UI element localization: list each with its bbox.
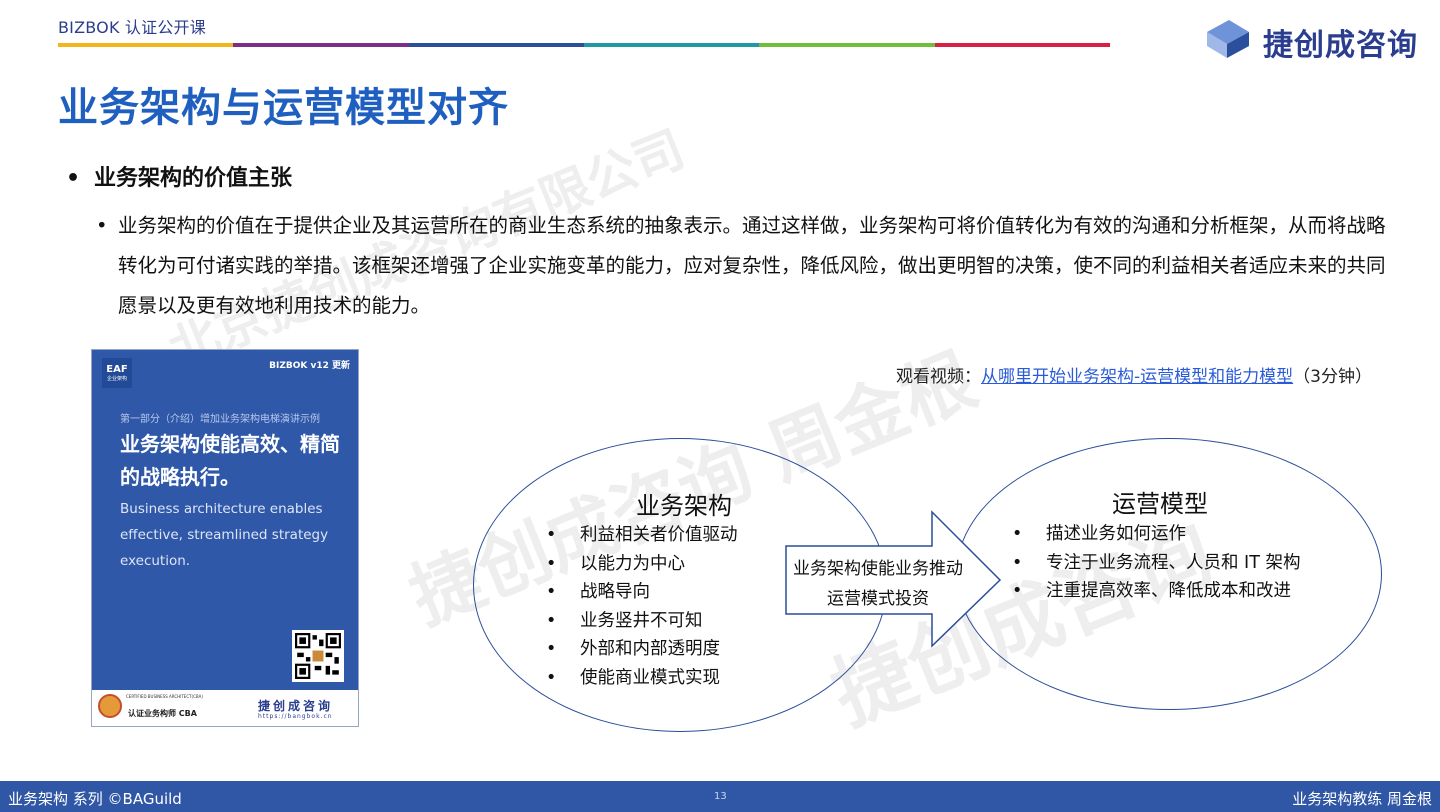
list-item: 以能力为中心 <box>546 550 738 579</box>
footer-bar: 业务架构 系列 ©BAGuild 13 业务架构教练 周金根 <box>0 781 1440 812</box>
video-link[interactable]: 从哪里开始业务架构-运营模型和能力模型 <box>981 367 1293 387</box>
book-version: BIZBOK v12 更新 <box>269 361 350 371</box>
eaf-badge-sub: 企业架构 <box>106 376 127 382</box>
book-cert: 认证业务构师 CBA <box>128 709 197 718</box>
brand-name: 捷创成咨询 <box>1263 28 1418 63</box>
book-cover-image: EAF 企业架构 BIZBOK v12 更新 第一部分（介绍）增加业务架构电梯演讲… <box>91 349 359 727</box>
book-part: 第一部分（介绍）增加业务架构电梯演讲示例 <box>120 414 320 425</box>
book-subtitle-en: Business architecture enables effective,… <box>120 501 329 569</box>
page-number: 13 <box>714 791 727 802</box>
video-suffix: （3分钟） <box>1293 367 1372 387</box>
arrow-text: 业务架构使能业务推动运营模式投资 <box>793 559 963 609</box>
book-title: 业务架构使能高效、精简的战略执行。 <box>120 432 340 489</box>
list-item: 专注于业务流程、人员和 IT 架构 <box>1012 549 1300 578</box>
book-brand: 捷创成咨询 <box>258 699 334 713</box>
left-ellipse-list: 利益相关者价值驱动 以能力为中心 战略导向 业务竖井不可知 外部和内部透明度 使… <box>546 521 738 692</box>
left-ellipse-title: 业务架构 <box>636 492 732 520</box>
bullet-body: • 业务架构的价值在于提供企业及其运营所在的商业生态系统的抽象表示。通过这样做，… <box>96 206 1386 326</box>
book-footer: CERTIFIED BUSINESS ARCHITECT(CBA) 认证业务构师… <box>92 690 358 726</box>
bullet-heading: • 业务架构的价值主张 <box>66 160 292 192</box>
eaf-badge-text: EAF <box>106 364 128 375</box>
list-item: 业务竖井不可知 <box>546 607 738 636</box>
eaf-badge: EAF 企业架构 <box>102 358 132 388</box>
bullet-body-text: 业务架构的价值在于提供企业及其运营所在的商业生态系统的抽象表示。通过这样做，业务… <box>118 214 1386 317</box>
alignment-diagram: 业务架构 利益相关者价值驱动 以能力为中心 战略导向 业务竖井不可知 外部和内部… <box>470 436 1390 736</box>
cube-logo-icon <box>1207 20 1249 58</box>
list-item: 外部和内部透明度 <box>546 635 738 664</box>
footer-author: 业务架构教练 周金根 <box>1292 790 1432 808</box>
list-item: 注重提高效率、降低成本和改进 <box>1012 577 1300 606</box>
list-item: 利益相关者价值驱动 <box>546 521 738 550</box>
list-item: 战略导向 <box>546 578 738 607</box>
course-tag: BIZBOK 认证公开课 <box>58 18 206 37</box>
list-item: 使能商业模式实现 <box>546 664 738 693</box>
list-item: 描述业务如何运作 <box>1012 520 1300 549</box>
book-cert-small: CERTIFIED BUSINESS ARCHITECT(CBA) <box>126 694 203 699</box>
page-title: 业务架构与运营模型对齐 <box>58 85 509 131</box>
bullet-dot: • <box>96 214 108 237</box>
book-url: https://bangbok.cn <box>258 713 333 720</box>
video-prefix: 观看视频： <box>896 367 982 387</box>
footer-series: 业务架构 系列 ©BAGuild <box>8 790 182 808</box>
video-line: 观看视频：从哪里开始业务架构-运营模型和能力模型（3分钟） <box>896 362 1372 387</box>
right-ellipse-title: 运营模型 <box>1112 490 1208 518</box>
bullet-heading-text: 业务架构的价值主张 <box>94 166 293 191</box>
qr-code-icon <box>292 630 344 682</box>
bullet-dot: • <box>66 166 81 191</box>
color-divider <box>58 43 1110 47</box>
right-ellipse-list: 描述业务如何运作 专注于业务流程、人员和 IT 架构 注重提高效率、降低成本和改… <box>1012 520 1300 606</box>
cba-seal-icon <box>98 694 122 718</box>
brand-logo: 捷创成咨询 <box>1203 14 1423 64</box>
